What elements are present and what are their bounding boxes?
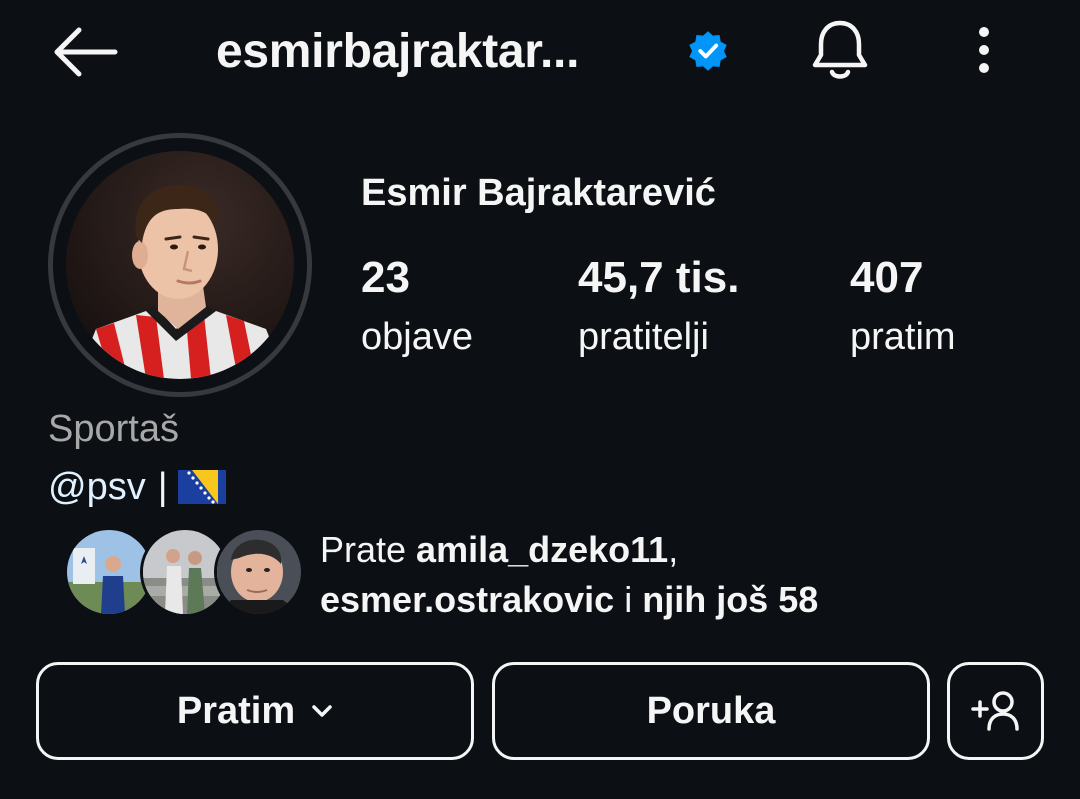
- profile-bio: @psv |: [48, 462, 226, 512]
- back-button[interactable]: [46, 22, 122, 82]
- bio-mention-link[interactable]: @psv: [48, 462, 146, 512]
- add-person-icon: [970, 691, 1019, 731]
- arrow-left-icon: [54, 27, 118, 77]
- stat-following[interactable]: 407 pratim: [850, 250, 956, 362]
- message-button[interactable]: Poruka: [492, 662, 930, 760]
- following-button-label: Pratim: [176, 689, 296, 732]
- mutual-followers-line-2: esmer.ostrakovic i njih još 58: [320, 579, 819, 620]
- chevron-down-icon: [312, 705, 332, 717]
- profile-photo: [66, 151, 294, 379]
- mutual-followers-avatars[interactable]: [64, 527, 304, 619]
- stat-following-label: pratim: [850, 316, 956, 358]
- profile-category: Sportaš: [48, 408, 179, 450]
- more-vertical-icon: [979, 27, 989, 73]
- profile-full-name: Esmir Bajraktarević: [361, 172, 716, 214]
- profile-username: esmirbajraktar...: [216, 25, 580, 78]
- stat-followers-label: pratitelji: [578, 316, 709, 358]
- mutual-followers-line-1: Prate amila_dzeko11,: [320, 529, 679, 570]
- profile-avatar: [66, 151, 294, 379]
- profile-avatar-ring[interactable]: [48, 133, 312, 397]
- stat-posts[interactable]: 23 objave: [361, 250, 473, 362]
- more-options-button[interactable]: [962, 20, 1006, 80]
- stat-followers-count: 45,7 tis.: [578, 253, 740, 302]
- stat-posts-count: 23: [361, 253, 410, 302]
- stat-posts-label: objave: [361, 316, 473, 358]
- mutual-followers-text[interactable]: Prate amila_dzeko11, esmer.ostrakovic i …: [320, 525, 818, 625]
- mutual-user-2: esmer.ostrakovic: [320, 579, 615, 620]
- notifications-button[interactable]: [806, 14, 874, 86]
- verified-badge-icon: [689, 31, 727, 71]
- stat-followers[interactable]: 45,7 tis. pratitelji: [578, 250, 739, 362]
- message-button-label: Poruka: [646, 689, 776, 732]
- following-button[interactable]: Pratim: [36, 662, 474, 760]
- bell-icon: [812, 20, 868, 79]
- mutual-others-count: njih još 58: [642, 579, 819, 620]
- suggest-people-button[interactable]: [947, 662, 1044, 760]
- bio-separator: |: [157, 466, 168, 508]
- bosnia-flag-icon: [177, 470, 226, 504]
- mutual-user-1: amila_dzeko11: [416, 529, 669, 570]
- mutual-avatar-3: [214, 527, 304, 617]
- stat-following-count: 407: [850, 253, 924, 302]
